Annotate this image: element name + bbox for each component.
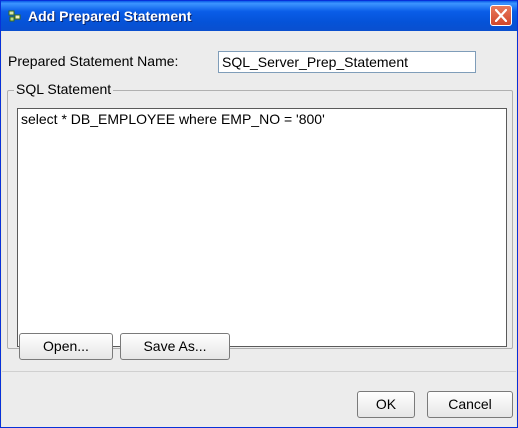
add-prepared-statement-dialog: Add Prepared Statement Prepared Statemen… [0, 0, 518, 428]
dialog-content: Prepared Statement Name: SQL Statement s… [2, 31, 516, 427]
sql-statement-label: SQL Statement [14, 81, 114, 97]
statement-name-label: Prepared Statement Name: [8, 53, 179, 69]
close-button[interactable] [490, 5, 512, 26]
close-icon [495, 9, 507, 22]
cancel-button[interactable]: Cancel [427, 391, 513, 418]
save-as-button[interactable]: Save As... [120, 333, 230, 360]
statement-name-input[interactable] [218, 51, 476, 73]
separator [2, 371, 516, 372]
window-title: Add Prepared Statement [28, 8, 192, 24]
sql-statement-textarea[interactable]: select * DB_EMPLOYEE where EMP_NO = '800… [17, 108, 507, 347]
database-icon [8, 9, 22, 23]
ok-button[interactable]: OK [357, 391, 415, 418]
open-button[interactable]: Open... [19, 333, 113, 360]
title-bar[interactable]: Add Prepared Statement [1, 1, 517, 31]
